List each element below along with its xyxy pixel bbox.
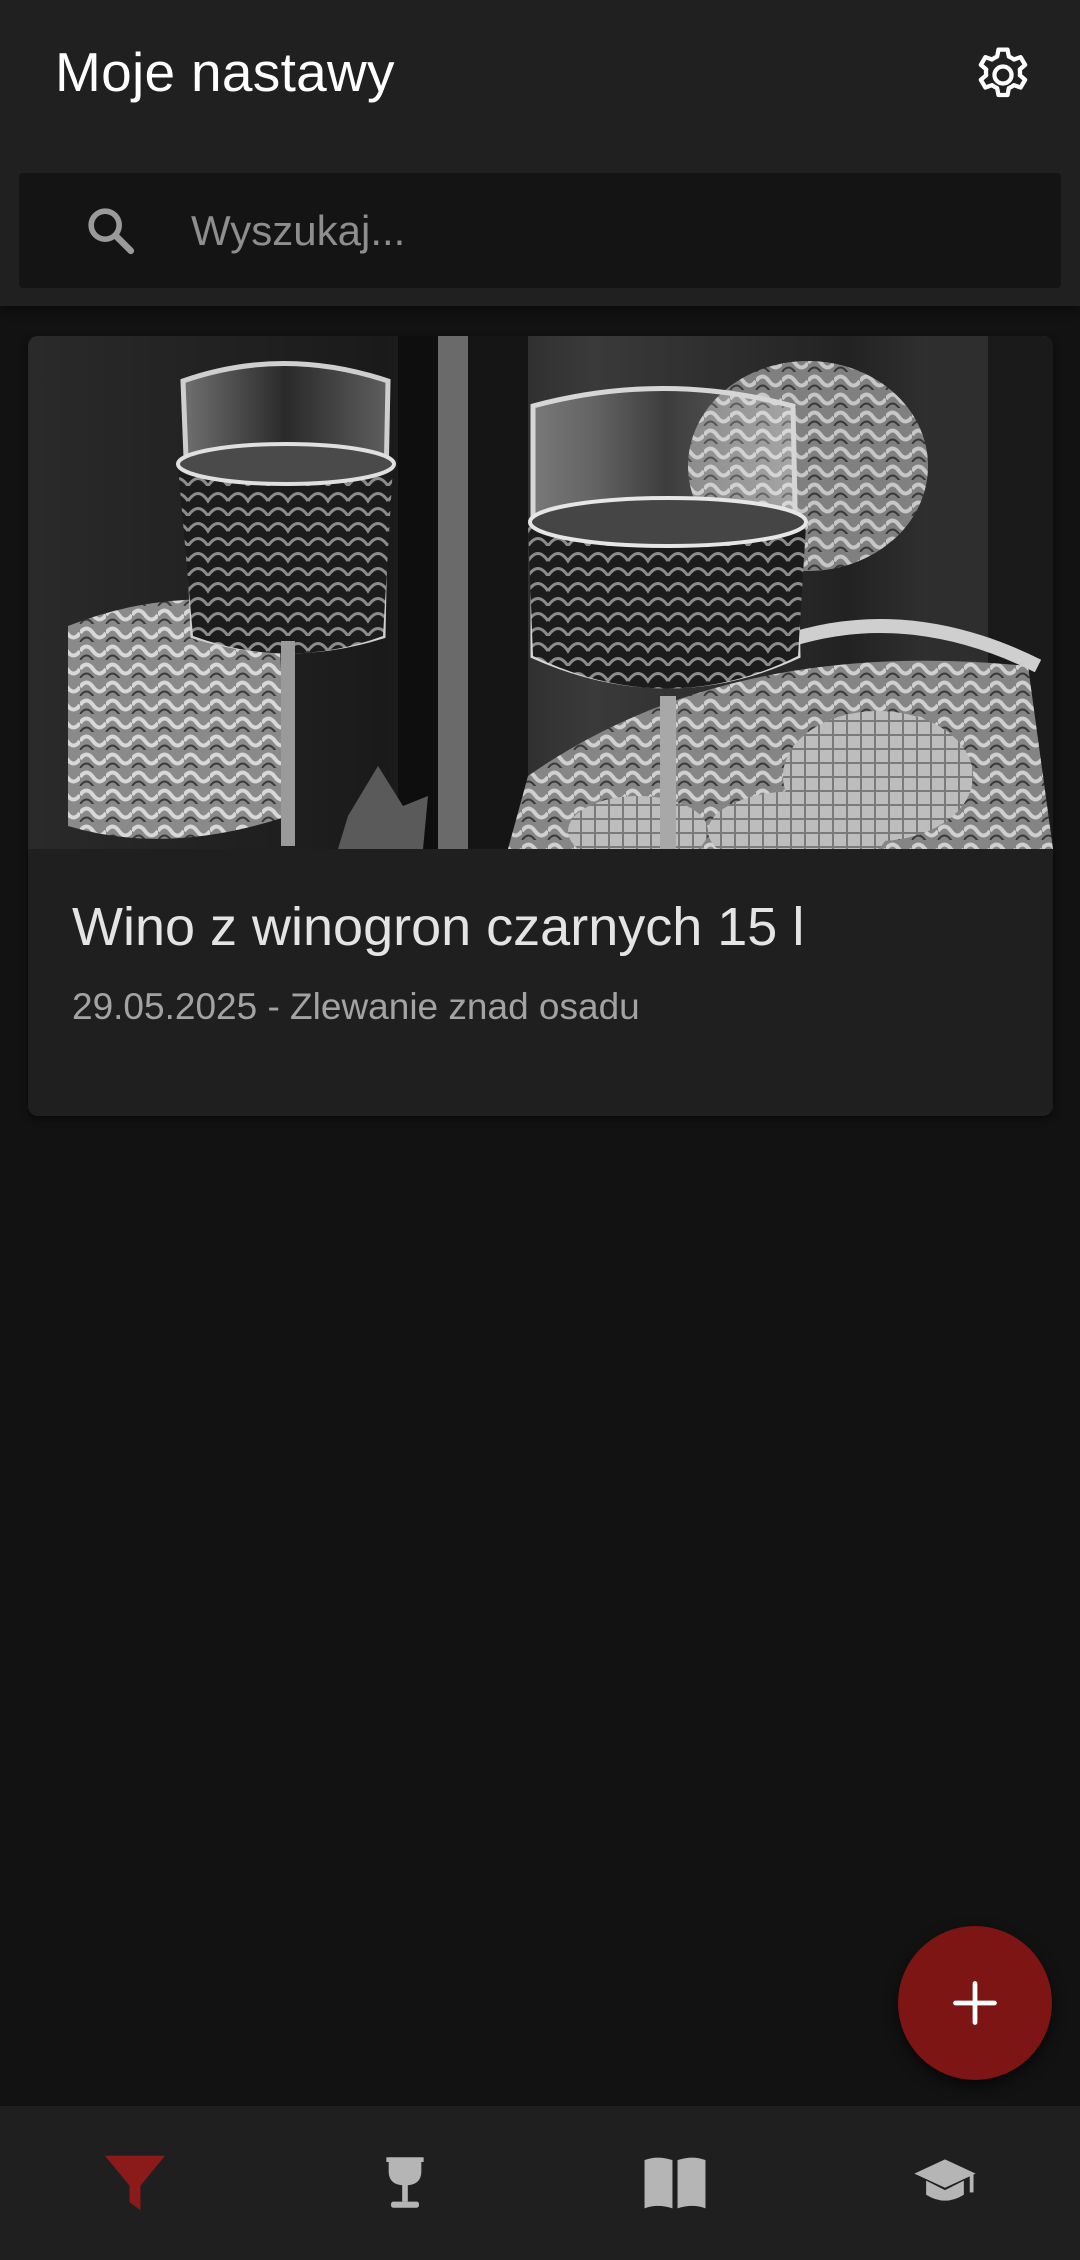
plus-icon <box>953 1981 997 2025</box>
funnel-icon <box>105 2155 165 2211</box>
search-icon <box>83 203 139 259</box>
wine-glasses-photo <box>28 336 1053 849</box>
nav-item-recipes[interactable] <box>540 2106 810 2260</box>
batch-card[interactable]: Wino z winogron czarnych 15 l 29.05.2025… <box>28 336 1053 1116</box>
add-batch-button[interactable] <box>898 1926 1052 2080</box>
batch-title: Wino z winogron czarnych 15 l <box>72 897 805 957</box>
bottom-nav <box>0 2106 1080 2260</box>
batch-subtitle: 29.05.2025 - Zlewanie znad osadu <box>72 986 640 1027</box>
search-input[interactable] <box>169 173 1029 288</box>
nav-item-learning[interactable] <box>810 2106 1080 2260</box>
graduation-cap-icon <box>914 2159 976 2201</box>
nav-item-batches[interactable] <box>0 2106 270 2260</box>
app-bar: Moje nastawy <box>0 0 1080 306</box>
settings-button[interactable] <box>968 40 1038 110</box>
book-icon <box>644 2157 706 2209</box>
page-title: Moje nastawy <box>55 41 395 103</box>
wine-glass-icon <box>386 2157 424 2208</box>
gear-icon <box>978 47 1028 98</box>
nav-item-wines[interactable] <box>270 2106 540 2260</box>
search-box <box>19 173 1061 288</box>
